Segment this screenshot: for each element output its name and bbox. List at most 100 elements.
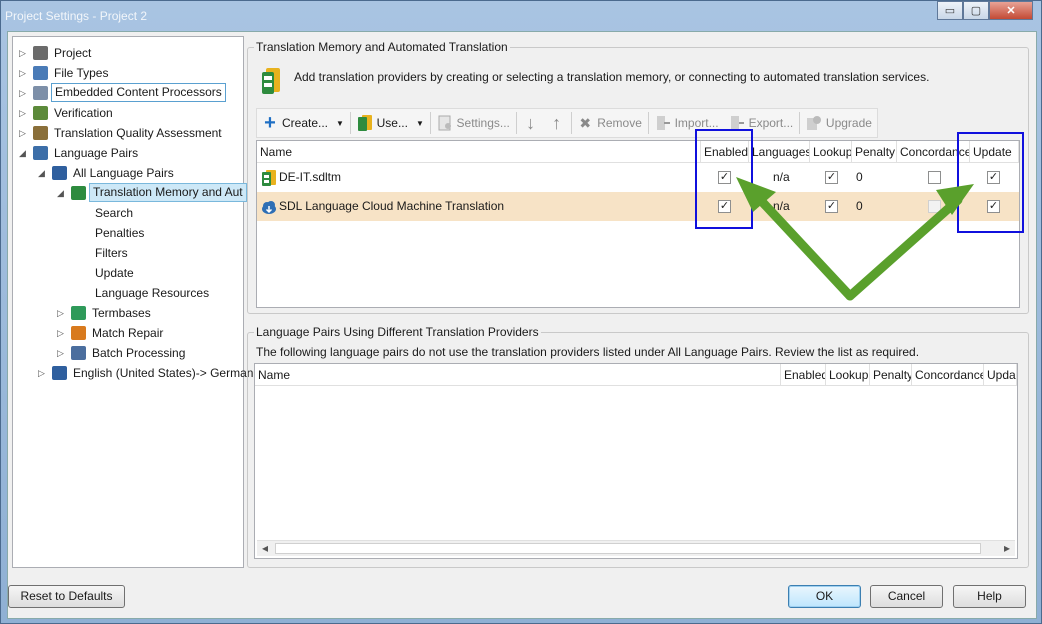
lp-col-penalty-header[interactable]: Penalty xyxy=(870,364,912,386)
tree-item-search[interactable]: Search xyxy=(13,203,243,223)
tree-item-penalties[interactable]: Penalties xyxy=(13,223,243,243)
tqa-icon xyxy=(33,126,48,140)
verification-icon xyxy=(33,106,48,120)
expand-icon[interactable]: ▷ xyxy=(19,83,29,103)
minimize-button[interactable]: ▭ xyxy=(937,1,963,20)
lp-grid-header: Name Enabled Lookup Penalty Concordance … xyxy=(255,364,1017,386)
remove-x-icon: ✖ xyxy=(579,114,592,131)
maximize-button[interactable]: ▢ xyxy=(963,1,989,20)
close-button[interactable]: ✕ xyxy=(989,1,1033,20)
lp-col-update-header[interactable]: Upda xyxy=(984,364,1017,386)
project-icon xyxy=(33,46,48,60)
settings-button[interactable]: Settings... xyxy=(432,111,515,135)
collapse-icon[interactable]: ◢ xyxy=(38,163,48,183)
lookup-checkbox[interactable]: ✓ xyxy=(825,200,838,213)
lp-col-enabled-header[interactable]: Enabled xyxy=(781,364,826,386)
tree-item-translation-quality-assessment[interactable]: ▷ Translation Quality Assessment xyxy=(13,123,243,143)
tree-item-label: Language Resources xyxy=(95,286,210,300)
lp-col-lookup-header[interactable]: Lookup xyxy=(826,364,870,386)
use-button[interactable]: Use... ▼ xyxy=(352,111,429,135)
tree-item-project[interactable]: ▷ Project xyxy=(13,43,243,63)
penalty-value[interactable]: 0 xyxy=(856,192,863,221)
expand-icon[interactable]: ▷ xyxy=(19,103,29,123)
tree-item-verification[interactable]: ▷ Verification xyxy=(13,103,243,123)
tree-item-match-repair[interactable]: ▷ Match Repair xyxy=(13,323,243,343)
tree-item-update[interactable]: Update xyxy=(13,263,243,283)
arrow-up-icon: ↑ xyxy=(552,112,562,133)
collapse-icon[interactable]: ◢ xyxy=(57,183,67,203)
title-bar[interactable]: Project Settings - Project 2 ▭ ▢ ✕ xyxy=(1,1,1041,31)
cancel-button[interactable]: Cancel xyxy=(870,585,943,608)
chevron-down-icon: ▼ xyxy=(415,118,424,128)
tree-item-label: Update xyxy=(95,266,134,280)
expand-icon[interactable]: ▷ xyxy=(19,63,29,83)
tree-item-label: Project xyxy=(54,46,92,60)
move-up-button[interactable]: ↑ xyxy=(544,111,570,135)
languages-value: n/a xyxy=(773,170,790,184)
tree-item-language-resources[interactable]: Language Resources xyxy=(13,283,243,303)
tree-item-label: Embedded Content Processors xyxy=(51,83,226,102)
tree-item-english-united-states-german[interactable]: ▷ English (United States)-> German xyxy=(13,363,253,383)
toolbar-separator xyxy=(349,112,351,134)
tree-item-translation-memory-and-aut[interactable]: ◢ Translation Memory and Aut xyxy=(13,183,247,203)
lp-col-concordance-header[interactable]: Concordance xyxy=(912,364,984,386)
col-name-header[interactable]: Name xyxy=(257,141,701,163)
concordance-checkbox[interactable] xyxy=(928,171,941,184)
expand-icon[interactable]: ▷ xyxy=(57,343,67,363)
settings-tree[interactable]: ▷ Project ▷ File Types ▷ Embedded Content Pro… xyxy=(12,36,253,568)
tree-item-file-types[interactable]: ▷ File Types xyxy=(13,63,243,83)
expand-icon[interactable]: ▷ xyxy=(19,123,29,143)
lookup-checkbox[interactable]: ✓ xyxy=(825,171,838,184)
expand-icon[interactable]: ▷ xyxy=(57,303,67,323)
import-icon xyxy=(655,115,671,131)
tm-group-title: Translation Memory and Automated Transla… xyxy=(254,40,510,54)
collapse-icon[interactable]: ◢ xyxy=(19,143,29,163)
scroll-right-icon[interactable]: ▸ xyxy=(999,541,1015,556)
plus-icon: + xyxy=(264,111,276,134)
tm-toolbar: + Create... ▼ Use... ▼ Settings... ↓ ↑ ✖… xyxy=(256,108,878,138)
ok-button[interactable]: OK xyxy=(788,585,861,608)
move-down-button[interactable]: ↓ xyxy=(518,111,544,135)
tree-item-label: Language Pairs xyxy=(54,146,139,160)
language-pairs-grid[interactable]: Name Enabled Lookup Penalty Concordance … xyxy=(254,363,1018,559)
create-button[interactable]: + Create... ▼ xyxy=(257,111,349,135)
expand-icon[interactable]: ▷ xyxy=(19,43,29,63)
scroll-thumb[interactable] xyxy=(275,543,981,554)
scroll-left-icon[interactable]: ◂ xyxy=(257,541,273,556)
tree-item-label: Filters xyxy=(95,246,128,260)
tree-item-embedded-content-processors[interactable]: ▷ Embedded Content Processors xyxy=(13,83,243,103)
col-lookup-header[interactable]: Lookup xyxy=(810,141,852,163)
expand-icon[interactable]: ▷ xyxy=(38,363,48,383)
tree-item-language-pairs[interactable]: ◢ Language Pairs xyxy=(13,143,243,163)
toolbar-separator xyxy=(647,112,649,134)
expand-icon[interactable]: ▷ xyxy=(57,323,67,343)
project-settings-window: Project Settings - Project 2 ▭ ▢ ✕ ▷ Proj… xyxy=(0,0,1042,624)
toolbar-separator xyxy=(799,112,800,134)
tm-providers-grid[interactable]: Name Enabled Languages Lookup Penalty Co… xyxy=(256,140,1020,308)
tree-item-batch-processing[interactable]: ▷ Batch Processing xyxy=(13,343,243,363)
remove-button[interactable]: ✖ Remove xyxy=(572,111,647,135)
tree-item-label: English (United States)-> German xyxy=(73,366,254,380)
col-languages-header[interactable]: Languages xyxy=(749,141,810,163)
tm-row-de-it[interactable]: DE-IT.sdltm ✓ n/a ✓ 0 ✓ xyxy=(257,163,1019,192)
import-label: Import... xyxy=(674,116,719,130)
upgrade-button[interactable]: Upgrade xyxy=(801,111,877,135)
horizontal-scrollbar[interactable]: ◂ ▸ xyxy=(257,540,1015,556)
upgrade-icon xyxy=(806,115,822,131)
tree-item-termbases[interactable]: ▷ Termbases xyxy=(13,303,243,323)
tree-item-filters[interactable]: Filters xyxy=(13,243,243,263)
tree-item-label: File Types xyxy=(54,66,109,80)
lp-col-name-header[interactable]: Name xyxy=(255,364,781,386)
tree-item-label: Batch Processing xyxy=(92,346,186,360)
tree-item-label: All Language Pairs xyxy=(73,166,174,180)
help-button[interactable]: Help xyxy=(953,585,1026,608)
tm-row-language-cloud[interactable]: SDL Language Cloud Machine Translation ✓… xyxy=(257,192,1019,221)
embedded-content-icon xyxy=(33,86,48,100)
flag-icon xyxy=(52,366,67,380)
wrench-icon xyxy=(71,326,86,340)
tree-item-all-language-pairs[interactable]: ◢ All Language Pairs xyxy=(13,163,243,183)
col-penalty-header[interactable]: Penalty xyxy=(852,141,897,163)
reset-defaults-button[interactable]: Reset to Defaults xyxy=(8,585,125,608)
penalty-value[interactable]: 0 xyxy=(856,163,863,192)
toolbar-separator xyxy=(515,112,517,134)
